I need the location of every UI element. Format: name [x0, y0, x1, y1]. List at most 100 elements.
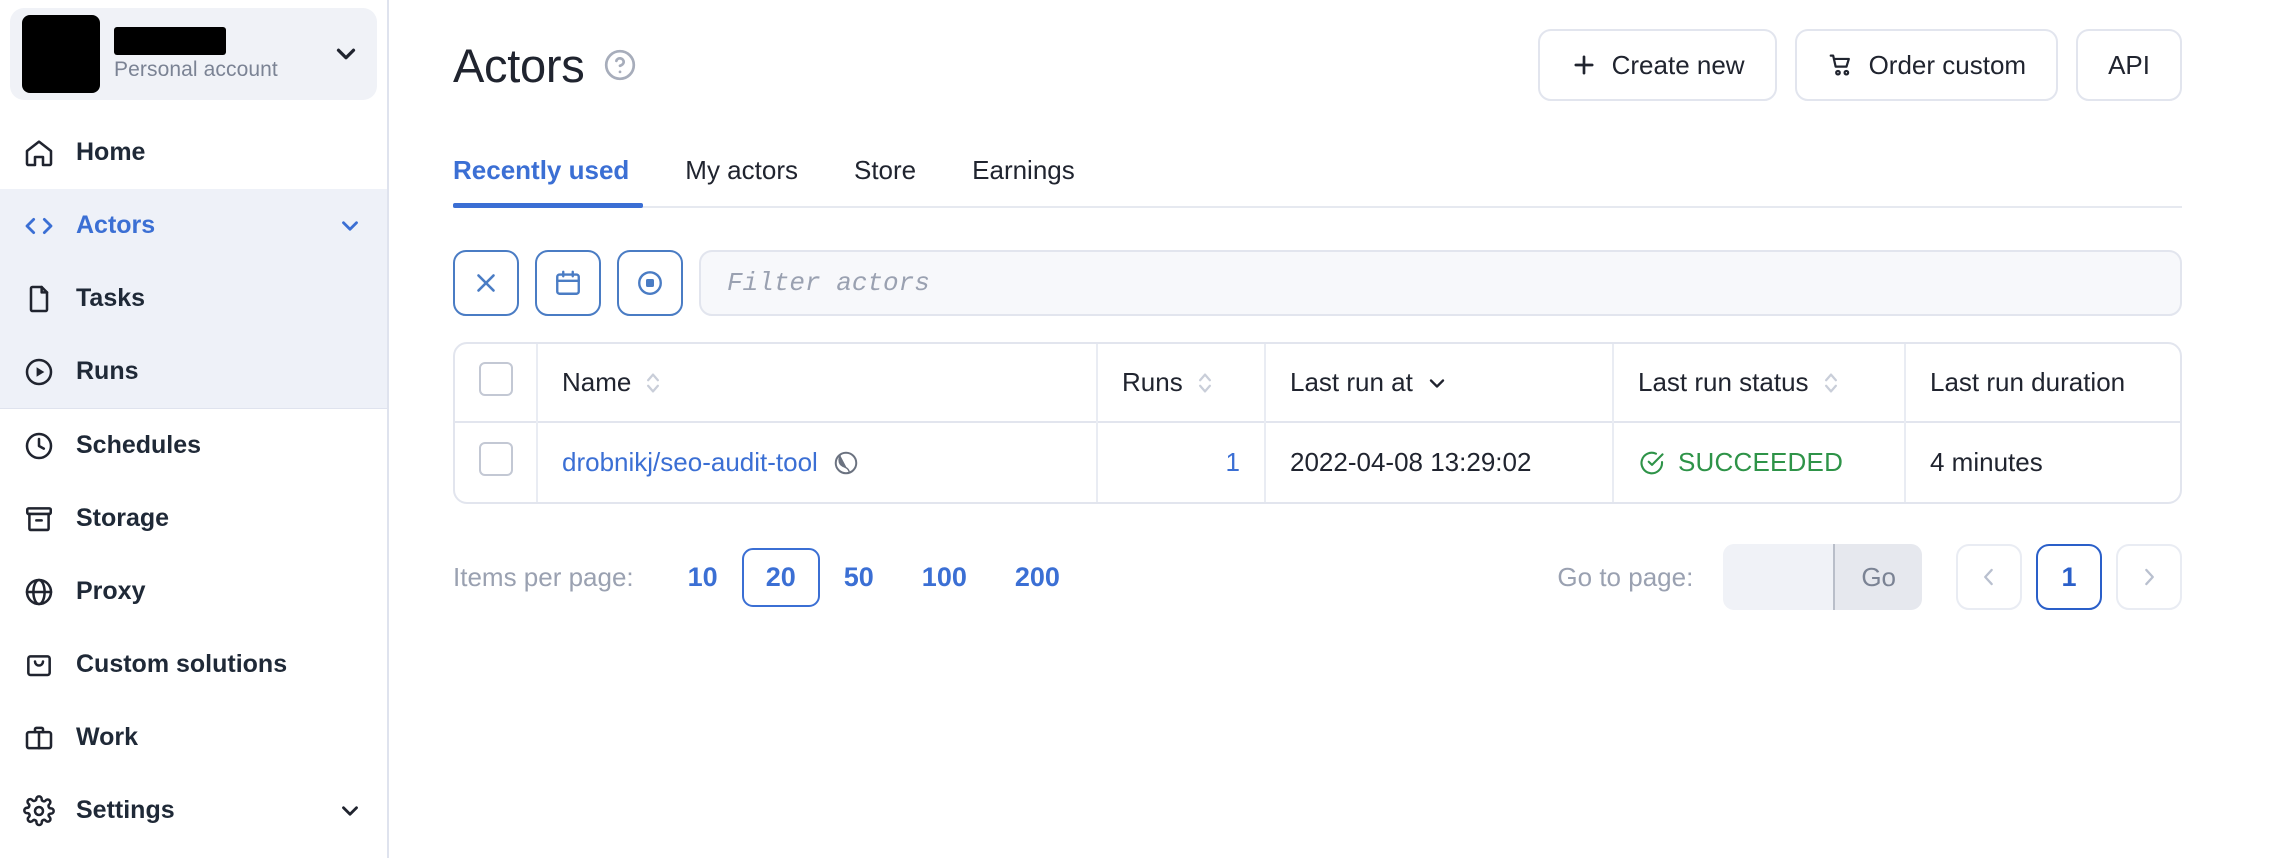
chevron-right-icon [2136, 564, 2162, 590]
sidebar-item-label: Runs [76, 357, 365, 386]
sidebar-item-home[interactable]: Home [0, 116, 387, 189]
sidebar: Personal account Home Actors [0, 0, 389, 858]
go-to-page-input[interactable] [1723, 544, 1833, 610]
sidebar-item-label: Schedules [76, 431, 365, 460]
sort-both-icon [643, 369, 663, 397]
check-circle-icon [1638, 449, 1666, 477]
sidebar-group-actors: Actors Tasks Runs [0, 189, 387, 409]
previous-page-button[interactable] [1956, 544, 2022, 610]
page-header: Actors Create new Order custom API [453, 0, 2182, 124]
date-filter-button[interactable] [535, 250, 601, 316]
chevron-down-icon[interactable] [335, 213, 365, 239]
clock-icon [22, 429, 56, 463]
page-nav: 1 [1956, 544, 2182, 610]
column-label: Name [562, 367, 631, 398]
per-page-10[interactable]: 10 [664, 548, 742, 607]
briefcase-icon [22, 721, 56, 755]
sidebar-item-schedules[interactable]: Schedules [0, 409, 387, 482]
column-header-last-run-status[interactable]: Last run status [1613, 344, 1905, 422]
sidebar-item-label: Settings [76, 796, 315, 825]
tab-store[interactable]: Store [826, 155, 944, 206]
row-select-cell [455, 422, 537, 502]
column-header-runs[interactable]: Runs [1097, 344, 1265, 422]
globe-icon [22, 575, 56, 609]
globe-icon [832, 449, 860, 477]
column-label: Last run duration [1930, 367, 2125, 398]
create-new-button[interactable]: Create new [1538, 29, 1777, 101]
table-body: drobnikj/seo-audit-tool 1 2022-04-08 13:… [455, 422, 2180, 502]
sort-desc-icon [1425, 371, 1449, 395]
next-page-button[interactable] [2116, 544, 2182, 610]
sidebar-nav: Home Actors Tasks [0, 116, 387, 847]
per-page-50[interactable]: 50 [820, 548, 898, 607]
page-1-button[interactable]: 1 [2036, 544, 2102, 610]
go-to-page-group: Go [1723, 544, 1922, 610]
actor-link[interactable]: drobnikj/seo-audit-tool [562, 447, 818, 478]
sidebar-item-work[interactable]: Work [0, 701, 387, 774]
column-header-last-run-at[interactable]: Last run at [1265, 344, 1613, 422]
sidebar-item-label: Custom solutions [76, 650, 365, 679]
status-badge: SUCCEEDED [1678, 447, 1843, 478]
column-header-name[interactable]: Name [537, 344, 1097, 422]
items-per-page-label: Items per page: [453, 562, 634, 593]
select-all-checkbox[interactable] [479, 362, 513, 396]
sidebar-item-runs[interactable]: Runs [0, 335, 387, 408]
play-circle-icon [22, 355, 56, 389]
sidebar-item-storage[interactable]: Storage [0, 482, 387, 555]
code-brackets-icon [22, 209, 56, 243]
sidebar-item-label: Storage [76, 504, 365, 533]
chevron-down-icon[interactable] [329, 39, 363, 69]
shopping-bag-icon [22, 648, 56, 682]
table-header-row: Name Runs [455, 344, 2180, 422]
column-label: Last run at [1290, 367, 1413, 398]
sidebar-item-label: Work [76, 723, 365, 752]
chevron-down-icon[interactable] [335, 798, 365, 824]
question-circle-icon[interactable] [602, 47, 638, 83]
tab-recently-used[interactable]: Recently used [453, 155, 657, 206]
row-status-cell: SUCCEEDED [1613, 422, 1905, 502]
sidebar-item-tasks[interactable]: Tasks [0, 262, 387, 335]
close-x-icon [471, 268, 501, 298]
clear-filters-button[interactable] [453, 250, 519, 316]
api-button[interactable]: API [2076, 29, 2182, 101]
status-filter-button[interactable] [617, 250, 683, 316]
select-all-header [455, 344, 537, 422]
sidebar-item-label: Tasks [76, 284, 365, 313]
row-duration-cell: 4 minutes [1905, 422, 2180, 502]
sort-both-icon [1195, 369, 1215, 397]
home-icon [22, 136, 56, 170]
sidebar-item-proxy[interactable]: Proxy [0, 555, 387, 628]
order-custom-button[interactable]: Order custom [1795, 29, 2059, 101]
archive-box-icon [22, 502, 56, 536]
go-to-page-label: Go to page: [1557, 562, 1693, 593]
sidebar-item-actors[interactable]: Actors [0, 189, 387, 262]
tab-earnings[interactable]: Earnings [944, 155, 1103, 206]
table-row[interactable]: drobnikj/seo-audit-tool 1 2022-04-08 13:… [455, 422, 2180, 502]
search-input[interactable] [699, 250, 2182, 316]
filter-bar [453, 250, 2182, 316]
status-circle-icon [635, 268, 665, 298]
sidebar-item-label: Actors [76, 211, 315, 240]
create-new-label: Create new [1612, 50, 1745, 81]
sidebar-item-custom-solutions[interactable]: Custom solutions [0, 628, 387, 701]
column-label: Runs [1122, 367, 1183, 398]
pagination: Items per page: 10 20 50 100 200 Go to p… [453, 544, 2182, 610]
per-page-200[interactable]: 200 [991, 548, 1084, 607]
app-root: Personal account Home Actors [0, 0, 2286, 858]
file-icon [22, 282, 56, 316]
column-label: Last run status [1638, 367, 1809, 398]
row-checkbox[interactable] [479, 442, 513, 476]
sidebar-item-settings[interactable]: Settings [0, 774, 387, 847]
per-page-100[interactable]: 100 [898, 548, 991, 607]
tab-bar: Recently used My actors Store Earnings [453, 132, 2182, 208]
go-button[interactable]: Go [1833, 544, 1922, 610]
per-page-20[interactable]: 20 [742, 548, 820, 607]
sort-both-icon [1821, 369, 1841, 397]
account-switcher[interactable]: Personal account [10, 8, 377, 100]
column-header-last-run-duration: Last run duration [1905, 344, 2180, 422]
row-runs-cell[interactable]: 1 [1097, 422, 1265, 502]
plus-icon [1570, 51, 1598, 79]
tab-my-actors[interactable]: My actors [657, 155, 826, 206]
account-role-label: Personal account [114, 58, 315, 82]
actors-table: Name Runs [453, 342, 2182, 504]
